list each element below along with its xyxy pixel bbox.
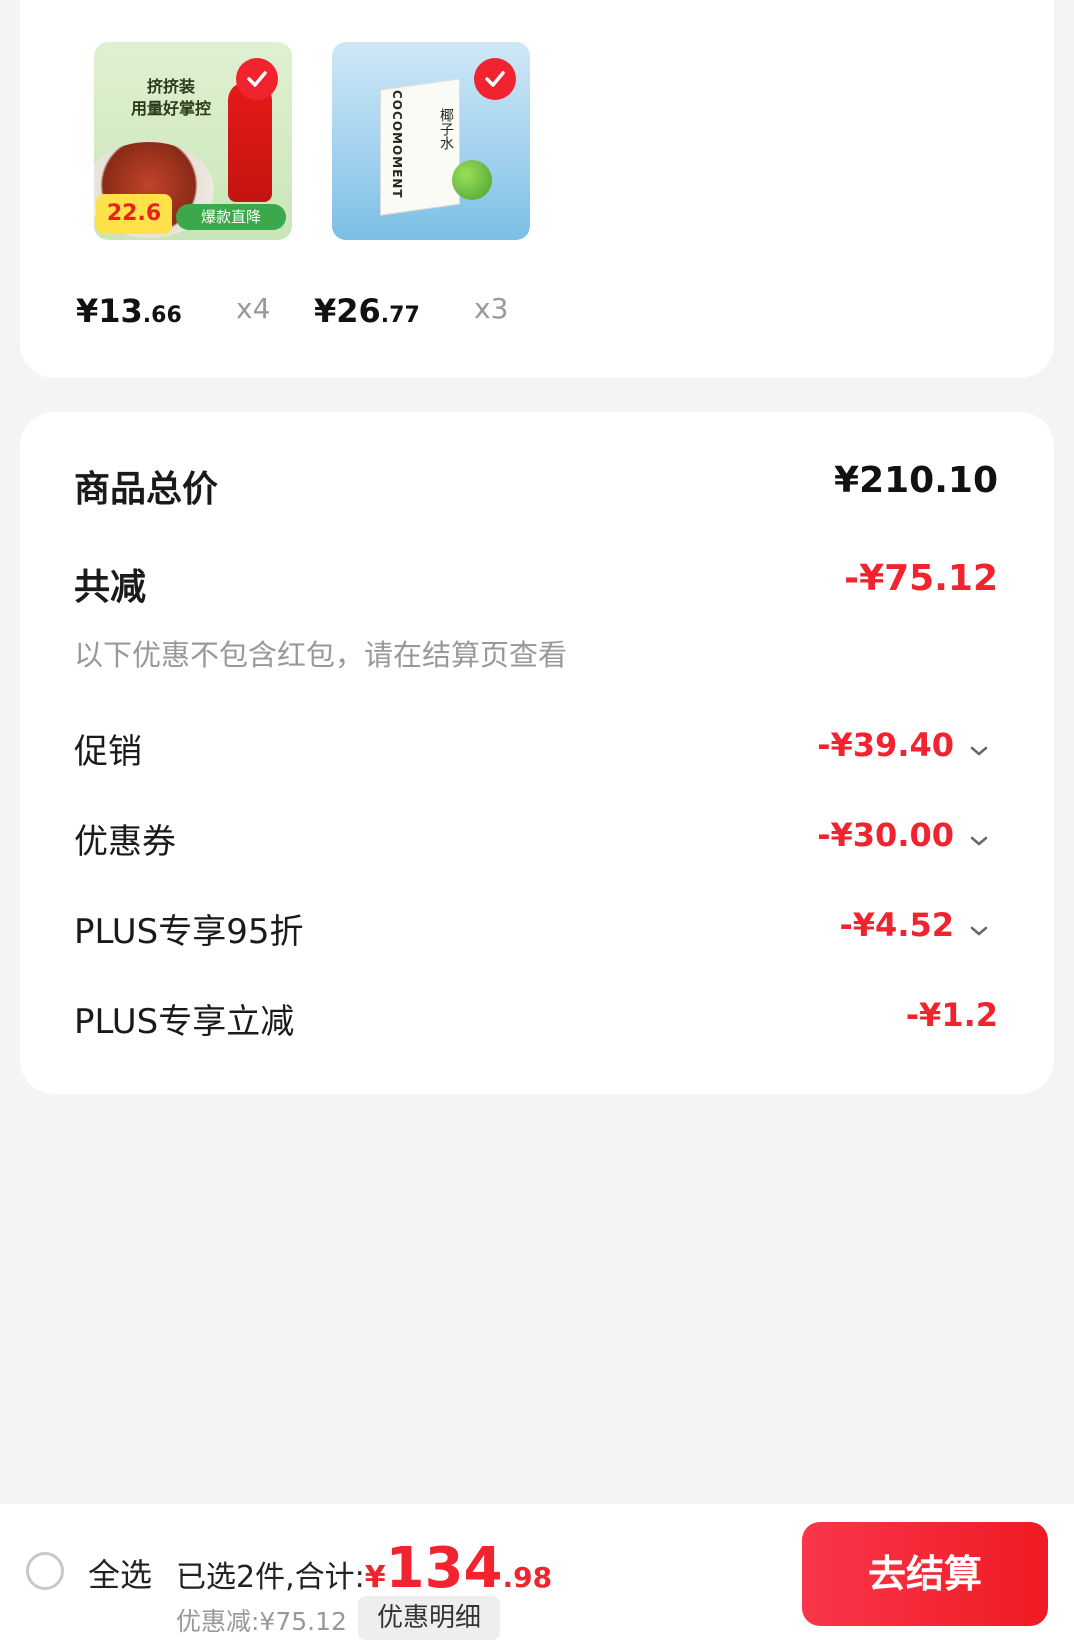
product-quantity: x4 (236, 292, 271, 325)
checkout-button[interactable]: 去结算 (802, 1522, 1048, 1626)
select-all-label[interactable]: 全选 (88, 1550, 152, 1596)
brand-text: COCOMOMENT (390, 90, 404, 199)
total-amount-integer: 134 (385, 1536, 503, 1601)
price-summary-card: 商品总价 ¥210.10 共减 -¥75.12 以下优惠不包含红包，请在结算页查… (20, 412, 1054, 1094)
discount-note: 以下优惠不包含红包，请在结算页查看 (74, 638, 568, 672)
checkout-bar: 全选 已选2件,合计:¥134.98 优惠减:¥75.12 优惠明细 去结算 (0, 1504, 1074, 1646)
product-promo-text: 挤挤装 用量好掌控 (116, 76, 226, 120)
currency-symbol: ¥ (364, 1560, 386, 1595)
product-image-oyster-sauce[interactable]: 挤挤装 用量好掌控 22.6 爆款直降 (94, 42, 292, 240)
coupon-label: 优惠券 (74, 822, 176, 862)
promo-badge: 爆款直降 (176, 204, 286, 230)
chevron-down-icon[interactable] (968, 920, 990, 942)
saved-amount-text: 优惠减:¥75.12 (176, 1607, 347, 1636)
price-badge: 22.6 (96, 194, 172, 234)
selected-total: 已选2件,合计:¥134.98 (176, 1536, 552, 1601)
price-decimal: .77 (380, 303, 420, 328)
selected-products-card: 挤挤装 用量好掌控 22.6 爆款直降 COCOMOMENT 椰子水 ¥13.6… (20, 0, 1054, 378)
product-price: ¥13.66 (76, 292, 182, 330)
plus-reduction-value: -¥1.2 (905, 996, 998, 1034)
plus-reduction-label: PLUS专享立减 (74, 1002, 295, 1042)
price-decimal: .66 (142, 303, 182, 328)
promo-line-1: 挤挤装 (146, 77, 195, 96)
selected-check-icon[interactable] (236, 58, 278, 100)
product-price: ¥26.77 (314, 292, 420, 330)
coupon-value[interactable]: -¥30.00 (817, 816, 954, 854)
discount-total-value: -¥75.12 (844, 558, 998, 599)
plus-discount-value[interactable]: -¥4.52 (840, 906, 955, 944)
coconut-image (452, 160, 492, 200)
total-price-value: ¥210.10 (834, 460, 998, 501)
select-all-radio[interactable] (26, 1552, 64, 1590)
selected-check-icon[interactable] (474, 58, 516, 100)
sauce-bottle-shape (228, 82, 272, 202)
product-image-coconut-water[interactable]: COCOMOMENT 椰子水 (332, 42, 530, 240)
promo-line-2: 用量好掌控 (130, 99, 211, 118)
total-price-label: 商品总价 (74, 469, 219, 510)
promotion-value[interactable]: -¥39.40 (817, 726, 954, 764)
price-integer: ¥26 (314, 292, 381, 330)
total-amount-decimal: .98 (502, 1561, 553, 1594)
chevron-down-icon[interactable] (968, 830, 990, 852)
product-name-text: 椰子水 (438, 108, 454, 150)
promotion-label: 促销 (74, 732, 142, 772)
discount-total-label: 共减 (74, 567, 147, 608)
selected-count-text: 已选2件,合计: (176, 1560, 365, 1595)
plus-discount-label: PLUS专享95折 (74, 912, 304, 952)
discount-detail-button[interactable]: 优惠明细 (358, 1596, 500, 1640)
price-integer: ¥13 (76, 292, 143, 330)
product-quantity: x3 (474, 292, 509, 325)
chevron-down-icon[interactable] (968, 740, 990, 762)
